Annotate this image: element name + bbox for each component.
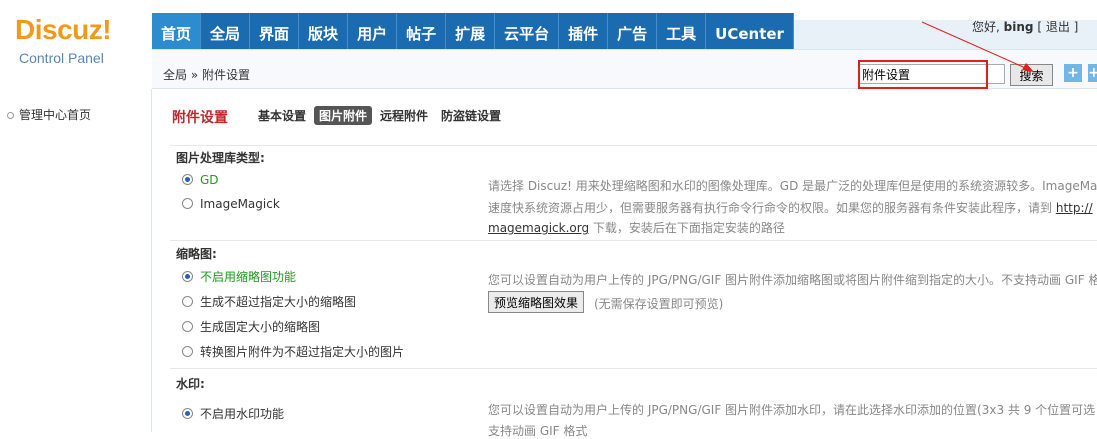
subtab-remote[interactable]: 远程附件: [375, 106, 433, 125]
breadcrumb: 全局 » 附件设置: [163, 68, 250, 82]
radio-thumb-convert[interactable]: 转换图片附件为不超过指定大小的图片: [182, 343, 404, 360]
divider: [170, 368, 1097, 369]
radio-checked-icon: [182, 174, 193, 185]
divider: [170, 240, 1097, 241]
radio-imagemagick[interactable]: ImageMagick: [182, 197, 280, 211]
radio-watermark-off[interactable]: 不启用水印功能: [182, 405, 284, 422]
logo[interactable]: Discuz! Control Panel: [0, 0, 152, 90]
divider: [170, 145, 1097, 146]
radio-icon: [182, 346, 193, 357]
logout-link[interactable]: [ 退出 ]: [1037, 20, 1078, 34]
section-title-lib: 图片处理库类型:: [176, 151, 265, 165]
desc-text: 速度快系统资源占用少，但需要服务器有执行命令行命令的权限。如果您的服务器有条件安…: [488, 201, 1053, 215]
preview-thumbnail-button[interactable]: 预览缩略图效果: [488, 291, 585, 313]
option-label: 不启用缩略图功能: [200, 270, 297, 284]
tab-ucenter[interactable]: UCenter: [706, 13, 794, 49]
tab-cloud[interactable]: 云平台: [495, 13, 560, 49]
sidebar-item-label: 管理中心首页: [19, 108, 92, 122]
radio-thumb-off[interactable]: 不启用缩略图功能: [182, 268, 296, 285]
radio-icon: [182, 321, 193, 332]
imagemagick-link[interactable]: magemagick.org: [488, 221, 589, 235]
imagemagick-link-start[interactable]: http://: [1056, 201, 1093, 215]
lib-description-3: magemagick.org 下载，安装后在下面指定安装的路径: [488, 219, 785, 236]
more-icon[interactable]: +: [1088, 64, 1097, 82]
logo-brand: Discuz!: [15, 14, 112, 45]
subtab-basic[interactable]: 基本设置: [253, 106, 311, 125]
option-label: 生成固定大小的缩略图: [200, 320, 321, 334]
option-label: 不启用水印功能: [200, 407, 285, 421]
lib-description-2: 速度快系统资源占用少，但需要服务器有执行命令行命令的权限。如果您的服务器有条件安…: [488, 199, 1093, 216]
tab-global[interactable]: 全局: [201, 13, 251, 49]
sub-tabs: 基本设置 图片附件 远程附件 防盗链设置: [253, 106, 509, 125]
radio-checked-icon: [182, 408, 193, 419]
page-title: 附件设置: [172, 110, 228, 126]
option-label: GD: [200, 173, 219, 187]
sidebar-item-admin-home[interactable]: 管理中心首页: [7, 106, 91, 123]
logo-subtitle: Control Panel: [19, 50, 104, 66]
section-title-watermark: 水印:: [176, 377, 205, 391]
tab-extensions[interactable]: 扩展: [446, 13, 496, 49]
watermark-description-2: 支持动画 GIF 格式: [488, 424, 588, 438]
search-input[interactable]: [859, 64, 1005, 84]
top-nav: 首页 全局 界面 版块 用户 帖子 扩展 云平台 插件 广告 工具 UCente…: [152, 13, 794, 49]
add-icon[interactable]: +: [1064, 64, 1082, 82]
tab-plugins[interactable]: 插件: [559, 13, 609, 49]
radio-thumb-fixed[interactable]: 生成固定大小的缩略图: [182, 318, 320, 335]
username: bing: [1003, 20, 1034, 34]
lib-description-1: 请选择 Discuz! 用来处理缩略图和水印的图像处理库。GD 是最广泛的处理库…: [488, 179, 1097, 193]
search-button[interactable]: 搜索: [1010, 64, 1053, 86]
radio-gd[interactable]: GD: [182, 173, 219, 187]
bullet-icon: [7, 112, 14, 119]
subtab-image[interactable]: 图片附件: [314, 106, 373, 125]
radio-icon: [182, 296, 193, 307]
tab-home[interactable]: 首页: [152, 13, 202, 49]
tab-users[interactable]: 用户: [348, 13, 398, 49]
radio-checked-icon: [182, 271, 193, 282]
main-content: 附件设置 基本设置 图片附件 远程附件 防盗链设置 图片处理库类型: GD Im…: [152, 89, 1097, 438]
greeting: 您好,: [972, 20, 1000, 34]
breadcrumb-bar: 全局 » 附件设置 搜索 + +: [152, 49, 1097, 89]
desc-text: 下载，安装后在下面指定安装的路径: [592, 221, 785, 235]
tab-ads[interactable]: 广告: [608, 13, 658, 49]
tab-tools[interactable]: 工具: [657, 13, 707, 49]
option-label: 转换图片附件为不超过指定大小的图片: [200, 345, 405, 359]
tab-posts[interactable]: 帖子: [397, 13, 447, 49]
sidebar: 管理中心首页: [0, 89, 152, 432]
option-label: ImageMagick: [200, 197, 280, 211]
preview-note: (无需保存设置即可预览): [594, 297, 724, 311]
user-bar: 您好, bing [ 退出 ]: [972, 18, 1078, 35]
tab-interface[interactable]: 界面: [250, 13, 300, 49]
thumb-description: 您可以设置自动为用户上传的 JPG/PNG/GIF 图片附件添加缩略图或将图片附…: [488, 273, 1097, 287]
radio-icon: [182, 198, 193, 209]
subtab-hotlink[interactable]: 防盗链设置: [436, 106, 506, 125]
tab-forums[interactable]: 版块: [299, 13, 349, 49]
section-title-thumb: 缩略图:: [176, 247, 217, 261]
watermark-description-1: 您可以设置自动为用户上传的 JPG/PNG/GIF 图片附件添加水印，请在此选择…: [488, 403, 1096, 417]
option-label: 生成不超过指定大小的缩略图: [200, 295, 357, 309]
radio-thumb-max[interactable]: 生成不超过指定大小的缩略图: [182, 293, 356, 310]
